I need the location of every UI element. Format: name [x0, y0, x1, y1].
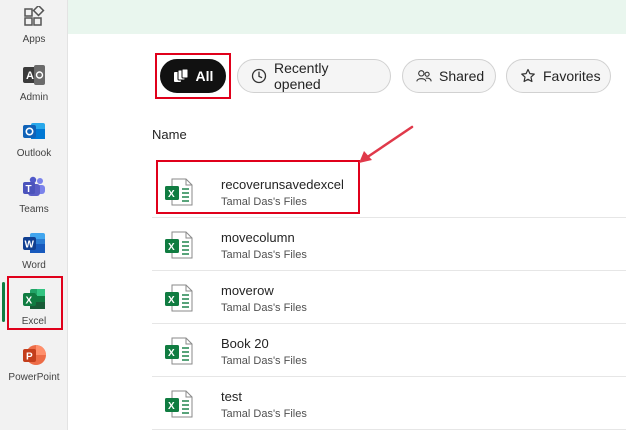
excel-file-icon: X: [164, 389, 194, 419]
filter-favorites-label: Favorites: [543, 68, 601, 84]
word-icon: W: [21, 230, 47, 256]
excel-file-icon: X: [164, 283, 194, 313]
file-location: Tamal Das's Files: [221, 302, 307, 314]
file-location: Tamal Das's Files: [221, 249, 307, 261]
rail-item-excel[interactable]: X Excel: [0, 282, 68, 338]
rail-item-label: Word: [22, 260, 46, 271]
outlook-icon: [21, 118, 47, 144]
file-row[interactable]: X test Tamal Das's Files: [152, 377, 626, 430]
svg-text:T: T: [26, 184, 32, 195]
rail-item-outlook[interactable]: Outlook: [0, 114, 68, 170]
admin-icon: A: [21, 62, 47, 88]
excel-home-screen: Apps A Admin Outlook T Teams W Word X Ex…: [0, 0, 626, 430]
file-location: Tamal Das's Files: [221, 408, 307, 420]
svg-text:X: X: [168, 242, 175, 253]
rail-item-label: Excel: [21, 316, 47, 327]
rail-item-apps[interactable]: Apps: [0, 0, 68, 56]
file-name: moverow: [221, 283, 274, 298]
file-location: Tamal Das's Files: [221, 355, 307, 367]
svg-text:X: X: [168, 348, 175, 359]
annotation-arrow-icon: [359, 125, 414, 163]
svg-text:P: P: [26, 352, 33, 363]
file-name: recoverunsavedexcel: [221, 177, 344, 192]
excel-file-icon: X: [164, 336, 194, 366]
column-header-name[interactable]: Name: [152, 127, 187, 142]
svg-text:W: W: [25, 240, 35, 251]
rail-item-admin[interactable]: A Admin: [0, 58, 68, 114]
people-icon: [416, 68, 432, 84]
svg-text:X: X: [168, 295, 175, 306]
star-icon: [520, 68, 536, 84]
rail-item-label: Outlook: [16, 148, 52, 159]
excel-file-icon: X: [164, 177, 194, 207]
svg-text:X: X: [168, 189, 175, 200]
apps-icon: [21, 4, 47, 30]
rail-item-word[interactable]: W Word: [0, 226, 68, 282]
file-location: Tamal Das's Files: [221, 196, 307, 208]
clock-icon: [251, 68, 267, 84]
filter-all-button[interactable]: All: [160, 59, 226, 93]
file-name: Book 20: [221, 336, 269, 351]
filter-shared-label: Shared: [439, 68, 485, 84]
svg-text:X: X: [168, 401, 175, 412]
teams-icon: T: [21, 174, 47, 200]
filter-favorites-button[interactable]: Favorites: [506, 59, 611, 93]
filter-recent-button[interactable]: Recently opened: [237, 59, 391, 93]
file-name: test: [221, 389, 242, 404]
rail-item-label: Apps: [22, 34, 46, 45]
file-row[interactable]: X Book 20 Tamal Das's Files: [152, 324, 626, 377]
filter-shared-button[interactable]: Shared: [402, 59, 496, 93]
rail-item-teams[interactable]: T Teams: [0, 170, 68, 226]
file-row[interactable]: X movecolumn Tamal Das's Files: [152, 218, 626, 271]
filter-all-label: All: [195, 68, 214, 84]
excel-icon: X: [21, 286, 47, 312]
filter-recent-label: Recently opened: [274, 60, 329, 92]
rail-item-powerpoint[interactable]: P PowerPoint: [0, 338, 68, 394]
rail-item-label: Admin: [19, 92, 49, 103]
powerpoint-icon: P: [21, 342, 47, 368]
svg-text:A: A: [26, 70, 34, 82]
excel-file-icon: X: [164, 230, 194, 260]
file-name: movecolumn: [221, 230, 295, 245]
svg-text:X: X: [26, 296, 33, 307]
rail-item-label: Teams: [19, 204, 49, 215]
file-row[interactable]: X moverow Tamal Das's Files: [152, 271, 626, 324]
rail-item-label: PowerPoint: [8, 372, 60, 383]
top-banner: [68, 0, 626, 34]
app-rail: Apps A Admin Outlook T Teams W Word X Ex…: [0, 0, 68, 430]
stacked-files-icon: [173, 68, 189, 84]
